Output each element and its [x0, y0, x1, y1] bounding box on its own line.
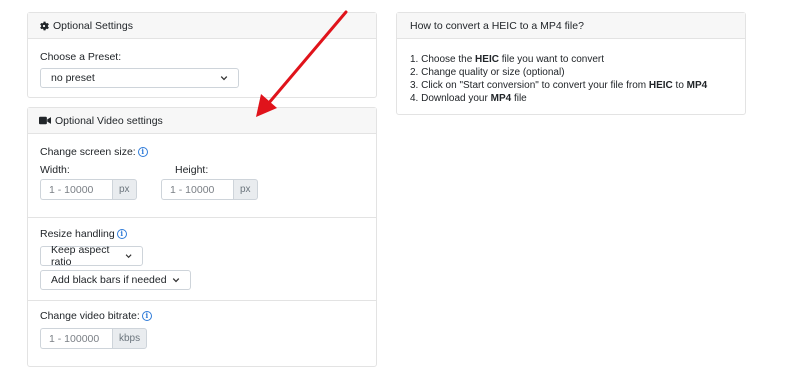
height-input[interactable]: 1 - 10000	[161, 179, 233, 200]
howto-title: How to convert a HEIC to a MP4 file?	[410, 19, 584, 32]
info-icon[interactable]: i	[141, 311, 152, 321]
width-unit: px	[112, 179, 137, 200]
howto-steps: 1. Choose the HEIC file you want to conv…	[410, 53, 707, 105]
video-settings-header: Optional Video settings	[28, 108, 376, 134]
howto-step-emphasis: MP4	[686, 80, 708, 91]
resize-fill-select[interactable]: Add black bars if needed	[40, 270, 191, 290]
howto-step-emphasis: MP4	[490, 93, 512, 104]
howto-step: 3. Click on "Start conversion" to conver…	[410, 79, 707, 92]
howto-step-text: 3. Click on "Start conversion" to conver…	[410, 80, 649, 91]
section-divider	[28, 300, 376, 301]
height-unit: px	[233, 179, 258, 200]
bitrate-label: Change video bitrate: i	[40, 310, 152, 322]
howto-header: How to convert a HEIC to a MP4 file?	[397, 13, 745, 39]
gear-icon	[40, 21, 49, 30]
resize-handling-label: Resize handling i	[40, 228, 127, 240]
screen-size-label: Change screen size: i	[40, 146, 148, 158]
height-label: Height:	[175, 164, 209, 176]
bitrate-input[interactable]: 1 - 100000	[40, 328, 112, 349]
howto-step-emphasis: HEIC	[475, 54, 499, 65]
howto-step-text: to	[672, 80, 687, 91]
resize-mode-value: Keep aspect ratio	[51, 244, 110, 268]
chevron-down-icon	[172, 278, 180, 283]
howto-step-text: file you want to convert	[498, 54, 605, 65]
optional-settings-header: Optional Settings	[28, 13, 376, 39]
screen-size-label-text: Change screen size:	[40, 146, 136, 158]
bitrate-placeholder: 1 - 100000	[49, 332, 100, 345]
video-settings-card: Optional Video settings Change screen si…	[27, 107, 377, 367]
video-settings-title: Optional Video settings	[55, 114, 163, 127]
width-label: Width:	[40, 164, 70, 176]
resize-fill-value: Add black bars if needed	[51, 274, 167, 286]
width-input[interactable]: 1 - 10000	[40, 179, 112, 200]
preset-label: Choose a Preset:	[40, 51, 122, 63]
bitrate-label-text: Change video bitrate:	[40, 310, 140, 322]
chevron-down-icon	[125, 254, 132, 259]
video-camera-icon	[39, 116, 51, 125]
chevron-down-icon	[220, 76, 228, 81]
howto-step: 4. Download your MP4 file	[410, 92, 707, 105]
info-icon[interactable]: i	[116, 229, 127, 239]
width-placeholder: 1 - 10000	[49, 183, 94, 196]
height-placeholder: 1 - 10000	[170, 183, 215, 196]
section-divider	[28, 217, 376, 218]
optional-settings-card: Optional Settings Choose a Preset: no pr…	[27, 12, 377, 98]
howto-step-emphasis: HEIC	[648, 80, 673, 91]
bitrate-input-group: 1 - 100000 kbps	[40, 328, 148, 349]
howto-step: 1. Choose the HEIC file you want to conv…	[410, 53, 707, 66]
width-input-group: 1 - 10000 px	[40, 179, 137, 200]
howto-card: How to convert a HEIC to a MP4 file? 1. …	[396, 12, 746, 115]
preset-select-value: no preset	[51, 72, 95, 84]
preset-select[interactable]: no preset	[40, 68, 239, 88]
howto-step-text: 4. Download your	[410, 93, 491, 104]
optional-settings-title: Optional Settings	[53, 19, 133, 32]
info-icon[interactable]: i	[137, 147, 148, 157]
howto-step-text: 1. Choose the	[410, 54, 476, 65]
howto-step: 2. Change quality or size (optional)	[410, 66, 707, 79]
resize-handling-label-text: Resize handling	[40, 228, 115, 240]
howto-step-text: 2. Change quality or size (optional)	[410, 67, 565, 78]
bitrate-unit: kbps	[112, 328, 148, 349]
howto-step-text: file	[511, 93, 527, 104]
height-input-group: 1 - 10000 px	[161, 179, 258, 200]
resize-mode-select[interactable]: Keep aspect ratio	[40, 244, 143, 268]
